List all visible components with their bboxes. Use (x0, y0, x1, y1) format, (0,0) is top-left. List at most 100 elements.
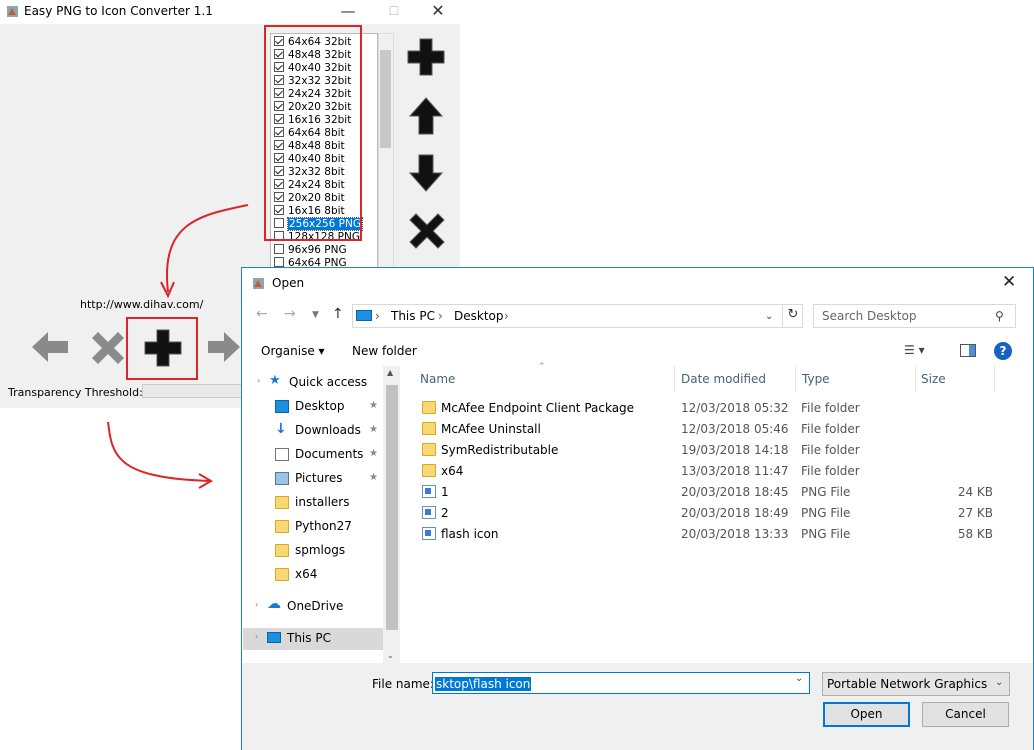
sort-ascending-icon: ⌃ (538, 362, 546, 372)
cloud-icon: ☁ (267, 596, 281, 612)
folder-icon (422, 464, 436, 477)
preview-pane-icon[interactable] (960, 344, 976, 357)
documents-icon (275, 448, 289, 461)
nav-item-label: This PC (287, 631, 331, 645)
breadcrumb-this-pc[interactable]: This PC (391, 309, 435, 323)
file-size: 24 KB (957, 485, 993, 499)
cancel-button[interactable]: Cancel (922, 702, 1009, 727)
pin-icon[interactable]: ★ (369, 424, 378, 435)
nav-item[interactable]: ☁ OneDrive › (243, 596, 383, 618)
nav-item-label: Pictures (295, 471, 343, 485)
nav-item-label: OneDrive (287, 599, 344, 613)
file-type: PNG File (801, 506, 851, 520)
nav-item-label: spmlogs (295, 543, 346, 557)
file-name-dropdown-icon[interactable]: ⌄ (795, 673, 803, 684)
change-view-icon[interactable]: ☰ ▾ (904, 343, 925, 357)
nav-item[interactable]: Desktop ★ (243, 396, 383, 418)
expand-chevron-icon[interactable]: › (255, 632, 258, 641)
png-file-icon (422, 527, 436, 540)
file-name: SymRedistributable (441, 443, 559, 457)
file-type: File folder (801, 443, 860, 457)
recent-locations-icon[interactable]: ▼ (312, 310, 319, 320)
dialog-close-icon[interactable]: ✕ (1002, 272, 1016, 292)
file-name: x64 (441, 464, 464, 478)
folder-icon (275, 568, 289, 581)
folder-icon (275, 496, 289, 509)
computer-icon (356, 310, 372, 321)
file-date: 20/03/2018 18:45 (681, 485, 789, 499)
expand-chevron-icon[interactable]: › (255, 600, 258, 609)
file-row[interactable]: SymRedistributable 19/03/2018 14:18 File f… (418, 440, 998, 461)
file-date: 20/03/2018 18:49 (681, 506, 789, 520)
nav-item-label: Python27 (295, 519, 352, 533)
nav-item-label: x64 (295, 567, 318, 581)
nav-scroll-down-icon[interactable]: ⌄ (387, 651, 394, 660)
open-dialog: Open ✕ ← → ▼ ↑ › This PC › Desktop › ⌄ ↻… (241, 267, 1034, 750)
file-size: 27 KB (957, 506, 993, 520)
pictures-icon (275, 472, 289, 485)
file-name-value[interactable]: sktop\flash icon (435, 677, 532, 691)
column-type[interactable]: Type (802, 372, 830, 386)
file-row[interactable]: McAfee Endpoint Client Package 12/03/2018… (418, 398, 998, 419)
nav-item[interactable]: ↓ Downloads ★ (243, 420, 383, 442)
nav-scroll-thumb[interactable] (386, 385, 398, 630)
address-dropdown-icon[interactable]: ⌄ (765, 311, 773, 322)
column-name[interactable]: Name (420, 372, 455, 386)
nav-item[interactable]: ★ Quick access › (243, 372, 383, 394)
open-button[interactable]: Open (823, 702, 910, 727)
expand-chevron-icon[interactable]: › (257, 376, 260, 385)
new-folder-button[interactable]: New folder (352, 344, 417, 358)
back-arrow-icon[interactable]: ← (256, 306, 268, 322)
file-type: PNG File (801, 485, 851, 499)
column-divider[interactable] (674, 366, 675, 392)
breadcrumb-separator-icon[interactable]: › (438, 309, 443, 323)
file-name: McAfee Uninstall (441, 422, 541, 436)
nav-item[interactable]: x64 (243, 564, 383, 586)
file-row[interactable]: McAfee Uninstall 12/03/2018 05:46 File fol… (418, 419, 998, 440)
column-date-modified[interactable]: Date modified (681, 372, 766, 386)
file-date: 12/03/2018 05:32 (681, 401, 789, 415)
file-date: 19/03/2018 14:18 (681, 443, 789, 457)
column-divider[interactable] (915, 366, 916, 392)
pin-icon[interactable]: ★ (369, 472, 378, 483)
column-divider[interactable] (994, 366, 995, 392)
file-name-label: File name: (372, 677, 434, 691)
nav-item-label: Documents (295, 447, 364, 461)
file-type-dropdown-icon[interactable]: ⌄ (995, 677, 1003, 688)
breadcrumb-separator-icon[interactable]: › (504, 309, 509, 323)
file-row[interactable]: flash icon 20/03/2018 13:33 PNG File 58 KB (418, 524, 998, 545)
file-row[interactable]: x64 13/03/2018 11:47 File folder (418, 461, 998, 482)
search-icon[interactable]: ⚲ (995, 309, 1004, 323)
nav-item[interactable]: Python27 (243, 516, 383, 538)
forward-arrow-icon[interactable]: → (284, 306, 296, 322)
organise-menu[interactable]: Organise ▾ (261, 344, 325, 358)
nav-scroll-up-icon[interactable]: ▲ (387, 368, 393, 377)
file-row[interactable]: 1 20/03/2018 18:45 PNG File 24 KB (418, 482, 998, 503)
column-size[interactable]: Size (921, 372, 946, 386)
file-type-value[interactable]: Portable Network Graphics (*.p (827, 677, 987, 691)
file-name: 1 (441, 485, 449, 499)
column-divider[interactable] (795, 366, 796, 392)
file-name: flash icon (441, 527, 499, 541)
nav-item-label: Quick access (289, 375, 368, 389)
folder-icon (422, 443, 436, 456)
folder-icon (422, 401, 436, 414)
file-type: File folder (801, 422, 860, 436)
up-arrow-icon[interactable]: ↑ (332, 306, 344, 322)
nav-item[interactable]: Documents ★ (243, 444, 383, 466)
nav-item[interactable]: installers (243, 492, 383, 514)
nav-item[interactable]: This PC › (243, 628, 383, 650)
dialog-app-icon (253, 278, 264, 289)
breadcrumb-separator-icon[interactable]: › (375, 309, 380, 323)
nav-item[interactable]: spmlogs (243, 540, 383, 562)
nav-item[interactable]: Pictures ★ (243, 468, 383, 490)
png-file-icon (422, 506, 436, 519)
file-row[interactable]: 2 20/03/2018 18:49 PNG File 27 KB (418, 503, 998, 524)
pin-icon[interactable]: ★ (369, 400, 378, 411)
breadcrumb-desktop[interactable]: Desktop (454, 309, 504, 323)
refresh-icon[interactable]: ↻ (782, 304, 803, 328)
nav-item-label: Downloads (295, 423, 361, 437)
pin-icon[interactable]: ★ (369, 448, 378, 459)
folder-icon (275, 520, 289, 533)
help-icon[interactable]: ? (994, 342, 1012, 360)
